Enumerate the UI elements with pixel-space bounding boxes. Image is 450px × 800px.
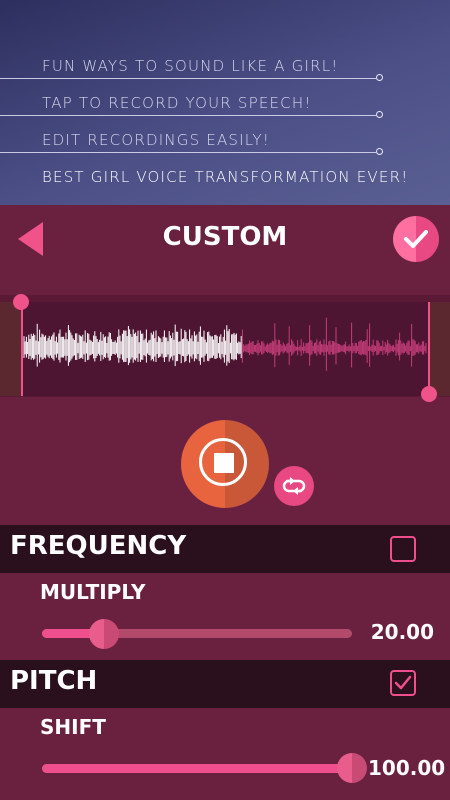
shift-label: SHIFT	[40, 715, 106, 739]
pitch-checkbox[interactable]	[390, 670, 416, 696]
waveform-graphic	[23, 317, 427, 371]
loop-button[interactable]	[274, 466, 314, 506]
trim-end-handle[interactable]	[421, 386, 437, 402]
shift-value: 100.00	[368, 756, 446, 780]
banner-rule-3	[0, 152, 376, 153]
banner-line-4: BEST GIRL VOICE TRANSFORMATION EVER!	[42, 168, 409, 186]
trim-left-region	[0, 302, 22, 396]
multiply-value: 20.00	[370, 620, 434, 644]
shift-slider-fill	[42, 764, 352, 773]
banner-line-1: FUN WAYS TO SOUND LIKE A GIRL!	[42, 57, 339, 75]
trim-start-handle[interactable]	[13, 294, 29, 310]
banner-rule-1	[0, 78, 376, 79]
frequency-label: FREQUENCY	[10, 531, 187, 561]
banner-dot-2	[376, 111, 383, 118]
trim-end-line[interactable]	[428, 302, 430, 396]
stop-icon	[214, 453, 234, 473]
page-title: CUSTOM	[162, 222, 288, 252]
confirm-button[interactable]	[393, 216, 439, 262]
banner-rule-2	[0, 115, 376, 116]
banner-line-3: EDIT RECORDINGS EASILY!	[42, 131, 270, 149]
shift-slider-thumb[interactable]	[337, 753, 367, 783]
trim-start-line[interactable]	[21, 302, 23, 396]
frequency-checkbox[interactable]	[390, 536, 416, 562]
checkmark-icon	[404, 230, 428, 248]
waveform-selection[interactable]	[22, 302, 429, 396]
loop-icon	[282, 477, 306, 495]
pitch-label: PITCH	[10, 666, 98, 696]
multiply-slider-thumb[interactable]	[89, 619, 119, 649]
banner-dot-3	[376, 148, 383, 155]
checkmark-icon	[394, 675, 412, 690]
banner-line-2: TAP TO RECORD YOUR SPEECH!	[42, 94, 312, 112]
trim-right-region	[429, 302, 450, 396]
banner-dot-1	[376, 74, 383, 81]
multiply-label: MULTIPLY	[40, 580, 146, 604]
